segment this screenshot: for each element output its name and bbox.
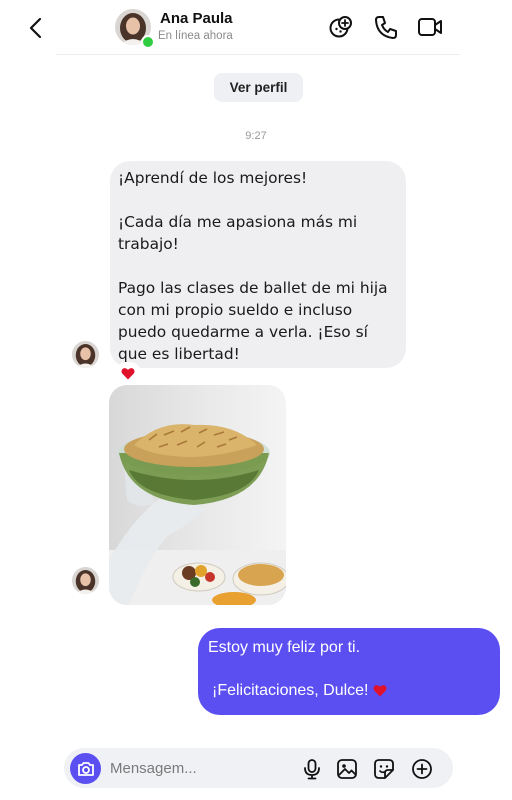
message-line: ¡Felicitaciones, Dulce! [212,682,369,699]
back-arrow-icon[interactable] [26,14,46,42]
microphone-icon[interactable] [301,758,323,780]
message-line: Estoy muy feliz por ti. [208,639,361,656]
view-profile-button[interactable]: Ver perfil [214,73,303,102]
incoming-message-bubble[interactable]: ¡Aprendí de los mejores! ¡Cada día me ap… [110,161,406,368]
plus-icon[interactable] [411,758,433,780]
video-camera-icon[interactable] [417,14,443,40]
message-paragraph: ¡Aprendí de los mejores! [118,169,308,187]
heart-reaction[interactable] [115,362,141,384]
sticker-icon[interactable] [373,758,395,780]
camera-icon [77,761,94,776]
sender-avatar[interactable] [72,567,99,594]
message-input[interactable] [110,753,290,784]
video-game-icon[interactable] [328,14,354,40]
contact-name[interactable]: Ana Paula [160,10,233,27]
heart-icon [372,685,387,697]
heart-icon [121,367,135,379]
message-paragraph: ¡Cada día me apasiona más mi trabajo! [118,213,358,253]
contact-status: En línea ahora [158,30,233,42]
message-timestamp: 9:27 [245,130,267,142]
sender-avatar[interactable] [72,341,99,368]
image-icon[interactable] [336,758,358,780]
outgoing-message-bubble[interactable]: Estoy muy feliz por ti. ¡Felicitaciones,… [198,628,500,715]
message-paragraph: Pago las clases de ballet de mi hija con… [118,279,388,363]
online-status-dot [141,35,155,49]
camera-button[interactable] [70,753,101,784]
photo-message[interactable] [109,385,286,605]
phone-icon[interactable] [373,14,399,40]
